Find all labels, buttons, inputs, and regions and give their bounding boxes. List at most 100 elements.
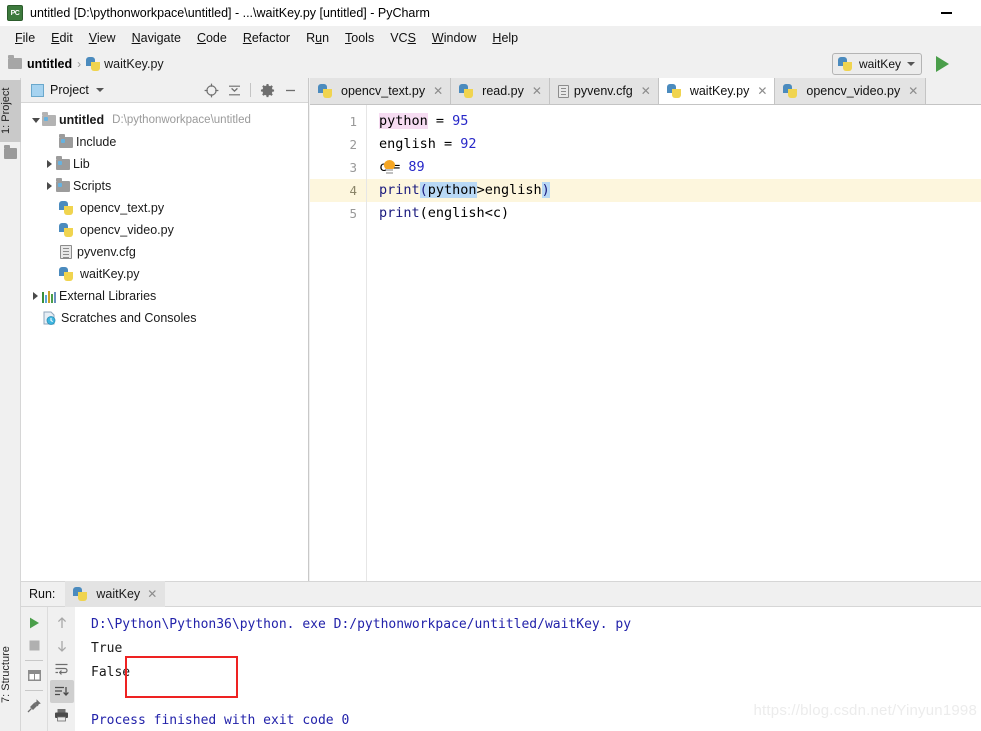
menu-bar: File Edit View Navigate Code Refactor Ru… [0,26,981,49]
editor-tab-read[interactable]: read.py ✕ [451,78,550,104]
stop-icon[interactable] [22,634,46,657]
pin-icon[interactable] [22,694,46,717]
folder-strip-icon [4,145,17,159]
line-number: 5 [349,206,357,221]
editor-tab-pyvenv-cfg[interactable]: pyvenv.cfg ✕ [549,78,659,104]
sidebar-item-structure[interactable]: 7: Structure [0,638,21,712]
sidebar-item-project[interactable]: 1: Project [0,80,21,142]
library-folder-icon [56,155,70,170]
chevron-right-icon[interactable] [43,160,56,168]
toolbar-divider [25,660,43,661]
tree-node-scratches[interactable]: Scratches and Consoles [21,307,308,329]
editor-area: opencv_text.py ✕ read.py ✕ pyvenv.cfg ✕ … [310,78,981,581]
up-arrow-icon[interactable] [50,611,74,634]
console-icon[interactable] [22,664,46,687]
run-tab-bar: Run: waitKey ✕ [21,581,981,607]
python-file-icon [86,56,101,71]
scratches-icon [42,311,57,325]
menu-item-run[interactable]: Run [298,29,337,47]
code-line-5[interactable]: print(english<c) [367,202,981,225]
menu-item-edit[interactable]: Edit [43,29,81,47]
python-file-icon [318,84,332,98]
menu-item-navigate[interactable]: Navigate [124,29,189,47]
tree-node-opencv-text[interactable]: opencv_text.py [21,197,308,219]
tree-node-waitkey[interactable]: waitKey.py [21,263,308,285]
python-file-icon [783,84,798,98]
chevron-down-icon [907,62,915,66]
python-file-icon [666,84,681,98]
scroll-to-end-icon[interactable] [49,680,74,703]
run-right-toolbar [47,607,75,731]
project-tool-window: Project untitled D:\pythonworkpace\untit… [21,78,309,581]
run-configuration-area: waitKey [831,53,949,75]
tree-node-external-libraries[interactable]: External Libraries [21,285,308,307]
run-tab-waitkey[interactable]: waitKey ✕ [65,581,166,607]
run-button[interactable] [936,56,949,72]
breadcrumb-item-file[interactable]: waitKey.py [86,56,164,71]
tree-node-pyvenv-cfg[interactable]: pyvenv.cfg [21,241,308,263]
soft-wrap-icon[interactable] [50,657,74,680]
close-icon[interactable]: ✕ [433,84,443,98]
code-line-4[interactable]: print(python>english) [367,179,981,202]
menu-item-file[interactable]: File [7,29,43,47]
menu-item-help[interactable]: Help [484,29,526,47]
tree-node-scripts[interactable]: Scripts [21,175,308,197]
menu-item-tools[interactable]: Tools [337,29,382,47]
console-line-command: D:\Python\Python36\python. exe D:/python… [91,617,632,632]
run-tool-window: Run: waitKey ✕ D:\Python\Python36\python… [21,581,981,731]
editor-tab-waitkey[interactable]: waitKey.py ✕ [658,78,776,104]
close-icon[interactable]: ✕ [532,84,542,98]
code-line-3[interactable]: c = 89 [367,156,981,179]
editor-tab-opencv-video[interactable]: opencv_video.py ✕ [775,78,927,104]
code-line-1[interactable]: python = 95 [367,110,981,133]
run-console[interactable]: D:\Python\Python36\python. exe D:/python… [75,607,981,731]
python-file-icon [59,223,73,237]
breadcrumb-item-project[interactable]: untitled [8,55,72,71]
tree-node-opencv-video[interactable]: opencv_video.py [21,219,308,241]
toolbar-divider [250,83,251,97]
menu-item-code[interactable]: Code [189,29,235,47]
menu-item-vcs[interactable]: VCS [382,29,424,47]
close-icon[interactable]: ✕ [908,84,918,98]
python-file-icon [73,587,88,601]
menu-item-view[interactable]: View [81,29,124,47]
rerun-icon[interactable] [22,611,46,634]
code-editor[interactable]: 1 2 3 4 5 python = 95 english = 92 c = 89… [310,105,981,581]
close-icon[interactable]: ✕ [641,84,651,98]
run-window-body: D:\Python\Python36\python. exe D:/python… [21,607,981,731]
lightbulb-icon[interactable] [383,160,396,174]
chevron-right-icon[interactable] [29,292,42,300]
close-icon[interactable]: ✕ [147,587,157,601]
locate-icon[interactable] [201,80,221,100]
pycharm-app-icon: PC [7,5,23,21]
print-icon[interactable] [50,703,74,726]
minimize-button[interactable] [923,0,969,26]
breadcrumb-separator: › [77,56,82,71]
menu-item-refactor[interactable]: Refactor [235,29,298,47]
menu-item-window[interactable]: Window [424,29,484,47]
run-config-name: waitKey [858,57,901,71]
python-file-icon [459,84,474,98]
code-lines[interactable]: python = 95 english = 92 c = 89 print(pyt… [367,105,981,581]
code-line-2[interactable]: english = 92 [367,133,981,156]
tree-node-include[interactable]: Include [21,131,308,153]
collapse-all-icon[interactable] [224,80,244,100]
toolbar-divider [25,690,43,691]
close-icon[interactable]: ✕ [757,84,767,98]
project-panel-title[interactable]: Project [25,83,104,97]
project-panel-header: Project [21,78,308,103]
run-config-selector[interactable]: waitKey [831,53,922,75]
run-window-label: Run: [29,587,56,601]
source-folder-icon [42,111,56,126]
editor-tab-opencv-text[interactable]: opencv_text.py ✕ [310,78,452,104]
chevron-right-icon[interactable] [43,182,56,190]
settings-gear-icon[interactable] [257,80,277,100]
line-number: 1 [349,114,357,129]
tree-node-lib[interactable]: Lib [21,153,308,175]
down-arrow-icon[interactable] [50,634,74,657]
chevron-down-icon[interactable] [29,118,42,123]
hide-panel-icon[interactable] [280,80,300,100]
tree-node-untitled[interactable]: untitled D:\pythonworkpace\untitled [21,109,308,131]
watermark: https://blog.csdn.net/Yinyun1998 [753,702,977,719]
chevron-down-icon [95,88,104,92]
